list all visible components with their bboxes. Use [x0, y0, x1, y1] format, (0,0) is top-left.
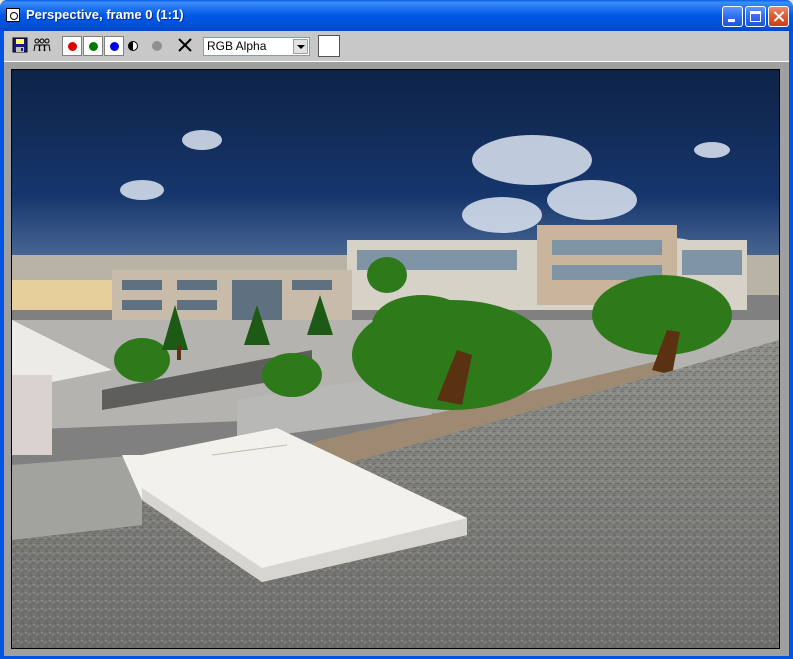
background-color-swatch[interactable] [318, 35, 340, 57]
maximize-button[interactable] [745, 6, 766, 27]
blue-channel-button[interactable] [104, 36, 124, 56]
save-icon[interactable] [12, 37, 30, 55]
green-channel-button[interactable] [83, 36, 103, 56]
app-icon[interactable] [6, 8, 20, 22]
monochrome-icon[interactable] [128, 41, 138, 51]
red-channel-button[interactable] [62, 36, 82, 56]
blue-dot-icon [110, 42, 119, 51]
channel-select-value: RGB Alpha [207, 39, 267, 53]
render-frame-window: Perspective, frame 0 (1:1) RGB Alpha [0, 0, 793, 659]
frame-toolbar: RGB Alpha [4, 31, 789, 61]
title-bar[interactable]: Perspective, frame 0 (1:1) [0, 0, 793, 31]
frame-area [4, 61, 789, 656]
red-dot-icon [68, 42, 77, 51]
minimize-button[interactable] [722, 6, 743, 27]
green-dot-icon [89, 42, 98, 51]
client-area: RGB Alpha [4, 31, 789, 656]
clear-icon[interactable] [177, 37, 195, 55]
channel-select[interactable]: RGB Alpha [203, 37, 310, 56]
chevron-down-icon[interactable] [293, 39, 308, 54]
rendered-image[interactable] [11, 69, 780, 649]
alpha-icon[interactable] [152, 41, 162, 51]
window-title: Perspective, frame 0 (1:1) [26, 7, 184, 22]
close-button[interactable] [768, 6, 789, 27]
clone-icon[interactable] [33, 37, 51, 55]
